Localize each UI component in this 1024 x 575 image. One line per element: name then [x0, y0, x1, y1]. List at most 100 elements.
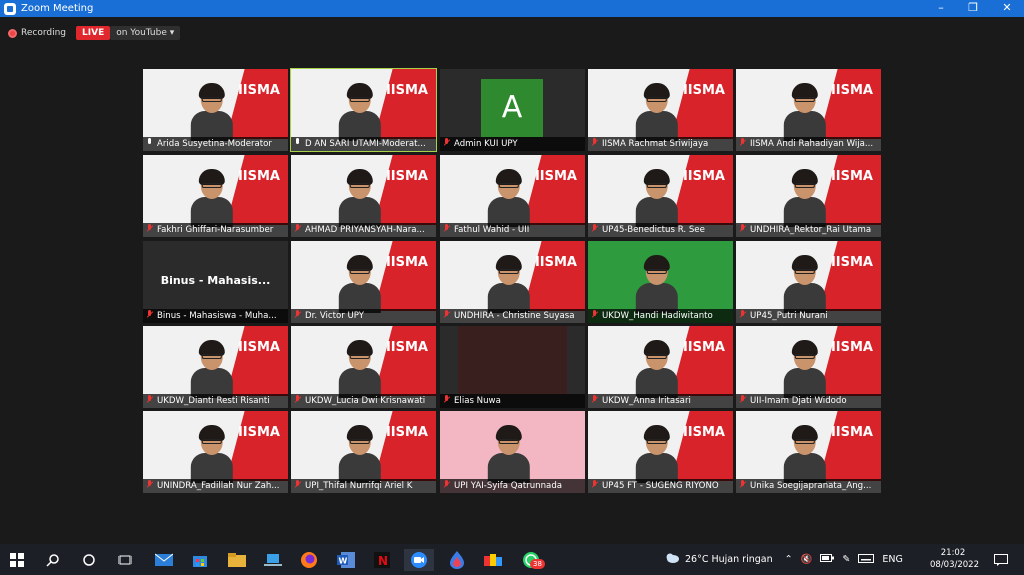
participant-figure [783, 81, 826, 141]
cortana-icon[interactable] [78, 549, 100, 571]
banner-logo: IISMA [534, 255, 577, 270]
participant-name: Unika Soegijapranata_Ang... [750, 481, 872, 491]
participant-tile[interactable]: Binus - Mahasis... Binus - Mahasiswa - Mu… [143, 241, 288, 323]
participant-figure [338, 81, 381, 141]
language-indicator[interactable]: ENG [882, 554, 902, 565]
participant-name: Dr. Victor UPY [305, 311, 365, 321]
notifications-icon[interactable] [990, 549, 1012, 571]
banner-logo: IISMA [534, 169, 577, 184]
colorful-app-icon[interactable] [482, 549, 504, 571]
participant-display-name: Binus - Mahasis... [160, 274, 271, 287]
participant-tile[interactable]: UPI YAI-Syifa Qatrunnada [440, 411, 585, 493]
live-badge[interactable]: LIVE [76, 26, 111, 40]
livestream-platform-dropdown[interactable]: on YouTube ▾ [110, 26, 181, 40]
word-icon[interactable]: W [335, 549, 357, 571]
participant-name-label: Elias Nuwa [440, 394, 585, 408]
participant-tile[interactable]: A Admin KUI UPY [440, 69, 585, 151]
windows-start-icon[interactable] [6, 549, 28, 571]
participant-tile[interactable]: IISMA IISMA Rachmat Sriwijaya [588, 69, 733, 151]
banner-logo: IISMA [237, 83, 280, 98]
participant-name: UKDW_Lucia Dwi Krisnawati [305, 396, 426, 406]
participant-figure [635, 338, 678, 398]
participant-tile[interactable]: UKDW_Handi Hadiwitanto [588, 241, 733, 323]
participant-name: UNDHIRA - Christine Suyasa [454, 311, 575, 321]
microphone-muted-icon [591, 395, 598, 404]
microphone-muted-icon [443, 224, 450, 233]
participant-tile[interactable]: IISMA UP45_Putri Nurani [736, 241, 881, 323]
participant-name-label: UP45 FT - SUGENG RIYONO [588, 479, 733, 493]
restore-icon[interactable]: ❐ [956, 0, 990, 17]
participant-figure [635, 253, 678, 313]
pen-icon[interactable]: ✎ [842, 554, 850, 565]
participant-tile[interactable]: IISMA UP45-Benedictus R. See [588, 155, 733, 237]
participant-tile[interactable]: Elias Nuwa [440, 326, 585, 408]
participant-tile[interactable]: IISMA Fathul Wahid - UII [440, 155, 585, 237]
keyboard-icon[interactable] [858, 553, 875, 566]
participant-figure [783, 253, 826, 313]
participant-tile[interactable]: IISMA UKDW_Dianti Resti Risanti [143, 326, 288, 408]
battery-icon[interactable] [820, 554, 835, 565]
weather-cloud-icon[interactable] [664, 552, 680, 567]
banner-logo: IISMA [237, 425, 280, 440]
participant-name: Elias Nuwa [454, 396, 501, 406]
speaker-muted-icon[interactable]: 🔇 [801, 554, 813, 565]
search-icon[interactable] [42, 549, 64, 571]
netflix-icon[interactable]: N [371, 549, 393, 571]
microphone-muted-icon [443, 310, 450, 319]
microphone-muted-icon [443, 138, 450, 147]
participant-tile[interactable]: IISMA UKDW_Lucia Dwi Krisnawati [291, 326, 436, 408]
recording-indicator[interactable]: Recording [8, 28, 66, 38]
zoom-taskbar-icon[interactable] [404, 549, 434, 571]
participant-tile[interactable]: IISMA UPI_Thifal Nurrifqi Ariel K [291, 411, 436, 493]
firefox-icon[interactable] [298, 549, 320, 571]
clock[interactable]: 21:02 08/03/2022 [930, 547, 979, 571]
participant-tile[interactable]: IISMA UNDHIRA - Christine Suyasa [440, 241, 585, 323]
participant-tile[interactable]: IISMA UP45 FT - SUGENG RIYONO [588, 411, 733, 493]
participant-figure [190, 423, 233, 483]
task-view-icon[interactable] [114, 549, 136, 571]
participant-name: UP45 FT - SUGENG RIYONO [602, 481, 719, 491]
participant-tile[interactable]: IISMA UII-Imam Djati Widodo [736, 326, 881, 408]
participant-tile[interactable]: IISMA Arida Susyetina-Moderator [143, 69, 288, 151]
participant-tile[interactable]: IISMA Dr. Victor UPY [291, 241, 436, 323]
participant-tile[interactable]: IISMA Unika Soegijapranata_Ang... [736, 411, 881, 493]
banner-logo: IISMA [682, 340, 725, 355]
participant-name: UNINDRA_Fadillah Nur Zah... [157, 481, 280, 491]
microphone-muted-icon [739, 224, 746, 233]
minimize-icon[interactable]: – [924, 0, 958, 17]
microphone-muted-icon [739, 138, 746, 147]
window-titlebar[interactable]: Zoom Meeting – ❐ ✕ [0, 0, 1024, 17]
drop-app-icon[interactable] [446, 549, 468, 571]
participant-name: UPI YAI-Syifa Qatrunnada [454, 481, 563, 491]
banner-logo: IISMA [237, 340, 280, 355]
participant-name-label: IISMA Rachmat Sriwijaya [588, 137, 733, 151]
microphone-muted-icon [739, 310, 746, 319]
participant-name: UNDHIRA_Rektor_Rai Utama [750, 225, 872, 235]
chevron-up-icon[interactable]: ⌃ [785, 554, 793, 565]
weather-text[interactable]: 26°C Hujan ringan [685, 554, 773, 565]
close-icon[interactable]: ✕ [990, 0, 1024, 17]
participant-tile[interactable]: IISMA IISMA Andi Rahadiyan Wija... [736, 69, 881, 151]
mail-icon[interactable] [153, 549, 175, 571]
store-icon[interactable] [189, 549, 211, 571]
participant-tile[interactable]: IISMA Fakhri Ghiffari-Narasumber [143, 155, 288, 237]
participant-figure [338, 338, 381, 398]
microphone-muted-icon [146, 310, 153, 319]
participant-tile[interactable]: IISMA UNDHIRA_Rektor_Rai Utama [736, 155, 881, 237]
banner-logo: IISMA [385, 340, 428, 355]
participant-name-label: UKDW_Handi Hadiwitanto [588, 309, 733, 323]
laptop-app-icon[interactable] [262, 549, 284, 571]
participant-figure [487, 253, 530, 313]
participant-tile[interactable]: IISMA UNINDRA_Fadillah Nur Zah... [143, 411, 288, 493]
file-explorer-icon[interactable] [226, 549, 248, 571]
participant-figure [338, 423, 381, 483]
zoom-app-icon [4, 2, 16, 15]
microphone-icon [146, 138, 153, 147]
participant-tile[interactable]: IISMA D AN SARI UTAMI-Moderat... [290, 68, 437, 152]
participant-name-label: UNDHIRA - Christine Suyasa [440, 309, 585, 323]
banner-logo: IISMA [830, 425, 873, 440]
participant-tile[interactable]: IISMA AHMAD PRIYANSYAH-Nara... [291, 155, 436, 237]
participant-tile[interactable]: IISMA UKDW_Anna Iritasari [588, 326, 733, 408]
microphone-muted-icon [591, 480, 598, 489]
recording-bar: Recording LIVE on YouTube ▾ [8, 24, 181, 42]
